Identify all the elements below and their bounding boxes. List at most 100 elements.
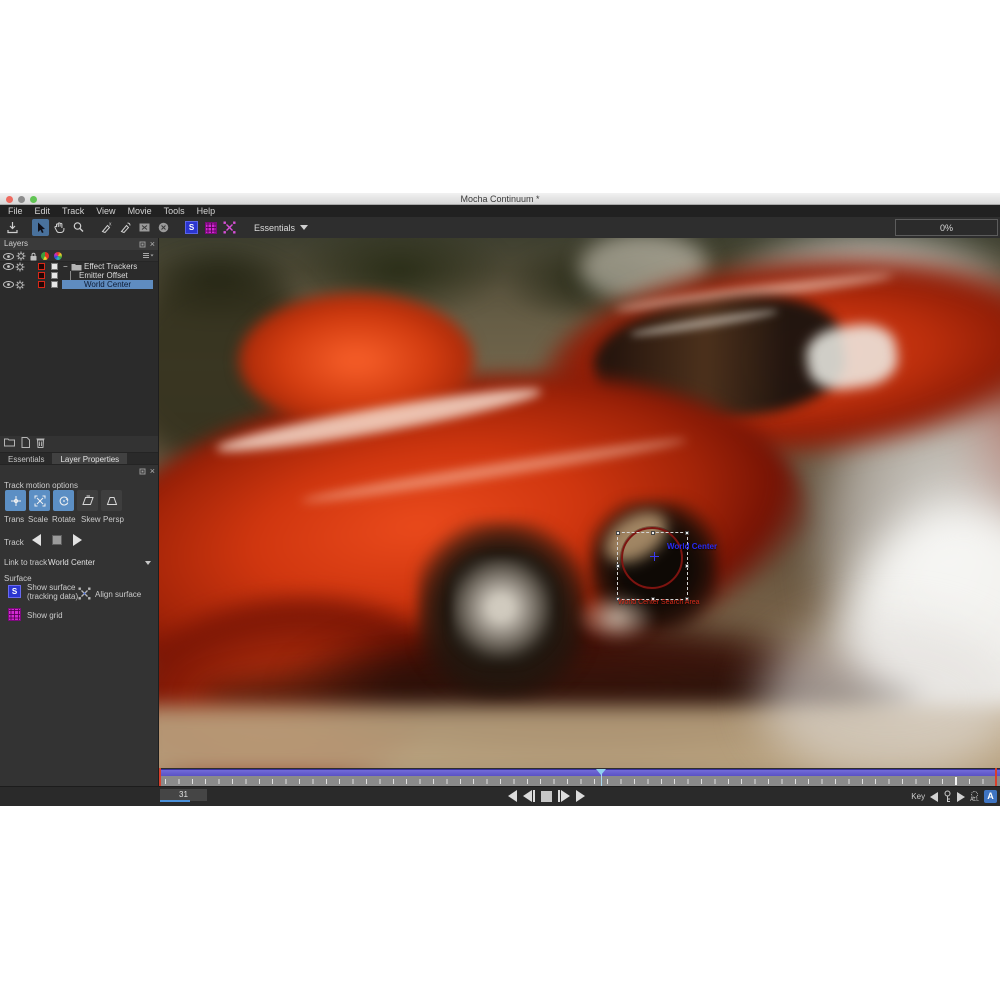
edit-spline-tool-icon[interactable]	[117, 219, 134, 236]
play-button[interactable]	[576, 790, 585, 802]
show-grid-icon[interactable]	[202, 219, 219, 236]
show-grid-icon[interactable]	[8, 608, 21, 621]
layer-row-world-center[interactable]: World Center	[0, 280, 158, 289]
step-back-button[interactable]	[523, 790, 535, 802]
selected-layer-label[interactable]: World Center	[62, 280, 153, 289]
menu-view[interactable]: View	[90, 205, 121, 217]
zoom-tool-icon[interactable]	[70, 219, 87, 236]
menu-tools[interactable]: Tools	[158, 205, 191, 217]
track-stop-button[interactable]	[52, 535, 62, 545]
next-keyframe-button[interactable]	[957, 792, 965, 802]
pin-icon[interactable]	[139, 468, 146, 475]
eye-icon[interactable]	[3, 263, 14, 270]
current-frame-field[interactable]: 31	[160, 789, 207, 801]
handle[interactable]	[616, 531, 620, 535]
previous-keyframe-button[interactable]	[930, 792, 938, 802]
layer-label[interactable]: Emitter Offset	[79, 271, 128, 280]
show-grid-label[interactable]: Show grid	[27, 611, 63, 620]
eye-icon[interactable]	[3, 281, 14, 288]
menu-edit[interactable]: Edit	[29, 205, 57, 217]
show-surface-label[interactable]: Show surface (tracking data)	[27, 584, 78, 601]
link-to-track-value[interactable]: World Center	[48, 558, 95, 567]
gear-icon[interactable]	[15, 280, 25, 290]
layer-checkbox[interactable]	[51, 272, 58, 279]
align-surface-label[interactable]: Align surface	[95, 590, 141, 599]
stop-button[interactable]	[541, 791, 552, 802]
link-to-track-label: Link to track	[4, 558, 47, 567]
app-window: Mocha Continuum * File Edit Track View M…	[0, 193, 1000, 806]
trans-label: Trans	[4, 515, 24, 524]
handle[interactable]	[685, 564, 689, 568]
new-layer-icon[interactable]	[21, 437, 30, 448]
all-label: ALL	[970, 798, 979, 803]
layer-row-effect-trackers[interactable]: − Effect Trackers	[0, 262, 158, 271]
out-point-marker[interactable]	[995, 768, 997, 786]
fill-color-icon[interactable]	[54, 252, 62, 260]
scale-button[interactable]	[29, 490, 50, 511]
layer-row-emitter-offset[interactable]: Emitter Offset	[0, 271, 158, 280]
tab-layer-properties[interactable]: Layer Properties	[52, 453, 127, 464]
rotation-button[interactable]	[53, 490, 74, 511]
add-keyframe-key-icon[interactable]	[943, 790, 952, 803]
translation-button[interactable]	[5, 490, 26, 511]
align-surface-icon[interactable]	[221, 219, 238, 236]
step-forward-button[interactable]	[558, 790, 570, 802]
layer-checkbox[interactable]	[51, 281, 58, 288]
menu-track[interactable]: Track	[56, 205, 90, 217]
tab-essentials[interactable]: Essentials	[0, 453, 52, 464]
delete-box-icon[interactable]	[136, 219, 153, 236]
ruler-ticks	[165, 779, 1000, 784]
add-point-tool-icon[interactable]: x	[98, 219, 115, 236]
layer-checkbox[interactable]	[51, 263, 58, 270]
align-surface-icon[interactable]	[78, 587, 91, 600]
workspace-preset-dropdown[interactable]: Essentials	[250, 221, 312, 235]
layer-label[interactable]: Effect Trackers	[84, 262, 137, 271]
pin-icon[interactable]	[139, 241, 146, 248]
delete-point-icon[interactable]	[155, 219, 172, 236]
handle[interactable]	[685, 531, 689, 535]
play-backwards-button[interactable]	[508, 790, 517, 802]
lock-column-icon[interactable]	[29, 252, 38, 261]
layer-color-chip[interactable]	[38, 263, 45, 270]
handle[interactable]	[616, 564, 620, 568]
show-surface-icon[interactable]: S	[8, 585, 21, 598]
menu-help[interactable]: Help	[191, 205, 222, 217]
track-forward-button[interactable]	[73, 534, 82, 546]
pan-tool-icon[interactable]	[51, 219, 68, 236]
timeline-ruler[interactable]	[159, 776, 1000, 786]
handle[interactable]	[651, 531, 655, 535]
shear-icon	[82, 495, 94, 507]
layer-anchor-crosshair[interactable]	[650, 556, 659, 557]
save-icon[interactable]	[4, 219, 21, 236]
viewport[interactable]: World Center World Center Search Area	[159, 238, 1000, 768]
chevron-down-icon[interactable]	[145, 561, 151, 565]
spline-color-icon[interactable]	[41, 252, 49, 260]
close-panel-icon[interactable]	[150, 240, 155, 248]
shear-button[interactable]	[77, 490, 98, 511]
autokey-button[interactable]: A	[984, 790, 997, 803]
show-surface-icon[interactable]: S	[183, 219, 200, 236]
track-backwards-button[interactable]	[32, 534, 41, 546]
menu-file[interactable]: File	[2, 205, 29, 217]
layer-color-chip[interactable]	[38, 272, 45, 279]
layer-list-menu-icon[interactable]	[142, 252, 154, 260]
triangle-right-icon	[561, 790, 570, 802]
playhead-handle[interactable]	[596, 769, 606, 775]
current-frame-value: 31	[179, 790, 188, 799]
menu-movie[interactable]: Movie	[122, 205, 158, 217]
delete-layer-trash-icon[interactable]	[36, 437, 45, 448]
delete-all-keyframes-button[interactable]: ALL	[970, 791, 979, 803]
layer-color-chip[interactable]	[38, 281, 45, 288]
perspective-button[interactable]	[101, 490, 122, 511]
new-group-icon[interactable]	[4, 437, 15, 447]
visibility-column-eye-icon[interactable]	[3, 253, 14, 260]
pointer-tool-icon[interactable]	[32, 219, 49, 236]
window-title: Mocha Continuum *	[0, 193, 1000, 205]
timeline-range-bar[interactable]	[159, 769, 1000, 776]
close-panel-icon[interactable]	[150, 467, 155, 475]
group-expander[interactable]: −	[63, 262, 68, 271]
skew-label: Skew	[81, 515, 101, 524]
in-point-marker[interactable]	[159, 768, 161, 786]
timeline[interactable]	[159, 768, 1000, 786]
process-column-gear-icon[interactable]	[16, 251, 26, 261]
